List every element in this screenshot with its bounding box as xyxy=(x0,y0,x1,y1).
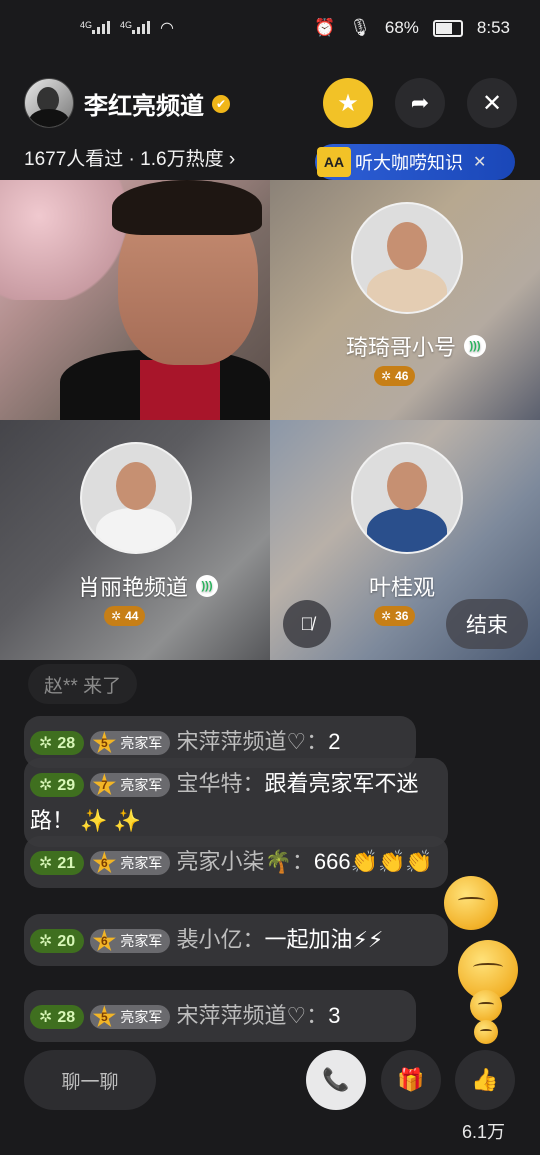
share-button[interactable]: ➦ xyxy=(395,78,445,128)
verified-icon: ✔ xyxy=(212,94,230,113)
speaking-icon: ))) xyxy=(464,335,487,357)
clock: 8:53 xyxy=(476,18,510,37)
level-badge: ✲ 20 xyxy=(30,929,85,954)
guest-tile-1[interactable]: 琦琦哥小号 ))) ✲ 46 xyxy=(270,180,540,420)
like-button[interactable]: 👍 xyxy=(455,1050,515,1110)
promo-text: 听大咖唠知识 xyxy=(355,153,463,173)
level-icon: ✲ xyxy=(39,1008,53,1026)
thinking-emoji-icon xyxy=(474,1020,498,1044)
close-button[interactable]: ✕ xyxy=(467,78,517,128)
heat-icon: ✲ xyxy=(381,609,392,623)
fan-star-icon: 6 xyxy=(92,851,116,874)
chat-message[interactable]: ✲ 21 6 亮家军 亮家小柒🌴：666👏👏👏 xyxy=(24,836,448,888)
level-icon: ✲ xyxy=(39,776,53,794)
mic-muted-button[interactable]: 🎙̸ xyxy=(283,600,331,648)
guest-name-2-label: 肖丽艳频道 xyxy=(78,575,189,600)
promo-logo-icon: AA xyxy=(317,147,351,177)
guest-heat-3: ✲ 36 xyxy=(374,606,416,626)
level-badge: ✲ 28 xyxy=(30,731,85,756)
fan-star-icon: 5 xyxy=(92,1005,116,1028)
promo-close-icon[interactable]: ✕ xyxy=(473,152,486,172)
battery-icon xyxy=(432,19,463,37)
alarm-icon: ⏰ xyxy=(314,18,336,37)
chat-username[interactable]: 裴小亿： xyxy=(176,927,264,952)
level-icon: ✲ xyxy=(39,932,53,950)
star-icon: ★ xyxy=(337,89,359,117)
phone-video-icon: 📞 xyxy=(322,1067,350,1092)
thinking-emoji-icon xyxy=(470,990,502,1022)
fan-badge: 6 亮家军 xyxy=(90,851,171,876)
gift-icon: 🎁 xyxy=(397,1067,425,1092)
speaking-icon: ))) xyxy=(196,575,219,597)
mic-off-icon: 🎙̸ xyxy=(300,613,314,634)
host-video-tile[interactable] xyxy=(0,180,270,420)
wifi-icon: ◠ xyxy=(160,20,174,37)
level-badge: ✲ 21 xyxy=(30,851,85,876)
chat-username[interactable]: 宋萍萍频道♡： xyxy=(176,729,328,754)
network-indicators: 4G 4G ◠ xyxy=(80,18,174,38)
guest-name-3-label: 叶桂观 xyxy=(369,575,436,600)
level-badge: ✲ 28 xyxy=(30,1005,85,1030)
call-button[interactable]: 📞 xyxy=(306,1050,366,1110)
signal-icon-2: 4G xyxy=(120,20,151,37)
channel-name: 李红亮频道 xyxy=(84,93,204,120)
chat-username[interactable]: 亮家小柒🌴： xyxy=(176,849,313,874)
room-stats[interactable]: 1677人看过 · 1.6万热度 › xyxy=(24,144,235,171)
guest-name-1: 琦琦哥小号 ))) xyxy=(346,330,487,362)
status-bar: 4G 4G ◠ ⏰ 🎙 68% 8:53 xyxy=(0,0,540,64)
chat-input-button[interactable]: 聊一聊 xyxy=(24,1050,156,1110)
heat-icon: ✲ xyxy=(381,369,392,383)
chat-message[interactable]: ✲ 29 7 亮家军 宝华特：跟着亮家军不迷路！ ✨ ✨ xyxy=(24,758,448,847)
chat-username[interactable]: 宝华特： xyxy=(176,771,264,796)
host-shirt xyxy=(140,360,220,420)
background-blossom xyxy=(0,180,130,300)
fan-star-icon: 6 xyxy=(92,929,116,952)
level-badge: ✲ 29 xyxy=(30,773,85,798)
battery-percent: 68% xyxy=(384,18,419,37)
channel-title[interactable]: 李红亮频道 ✔ xyxy=(84,86,230,121)
fan-badge: 5 亮家军 xyxy=(90,731,171,756)
fan-badge: 7 亮家军 xyxy=(90,773,171,798)
guest-tile-2[interactable]: 肖丽艳频道 ))) ✲ 44 xyxy=(0,420,270,660)
close-icon: ✕ xyxy=(481,89,503,117)
host-hair xyxy=(112,180,262,235)
guest-name-1-label: 琦琦哥小号 xyxy=(346,335,457,360)
join-notice: 赵** 来了 xyxy=(28,664,138,704)
gift-button[interactable]: 🎁 xyxy=(381,1050,441,1110)
chat-text: 2 xyxy=(328,729,341,754)
host-avatar[interactable] xyxy=(24,78,74,128)
chat-message[interactable]: ✲ 28 5 亮家军 宋萍萍频道♡：3 xyxy=(24,990,416,1042)
promo-banner[interactable]: AA 听大咖唠知识 ✕ xyxy=(315,144,515,180)
status-right: ⏰ 🎙 68% 8:53 xyxy=(314,18,510,38)
end-button[interactable]: 结束 xyxy=(446,599,528,649)
chat-text: 一起加油⚡⚡ xyxy=(264,927,384,952)
guest-avatar-2 xyxy=(80,442,192,554)
chat-text: 666👏👏👏 xyxy=(313,849,433,874)
guest-heat-2: ✲ 44 xyxy=(104,606,146,626)
guest-name-2: 肖丽艳频道 ))) xyxy=(78,570,219,602)
fan-badge: 5 亮家军 xyxy=(90,1005,171,1030)
chat-username[interactable]: 宋萍萍频道♡： xyxy=(176,1003,328,1028)
fan-badge: 6 亮家军 xyxy=(90,929,171,954)
thinking-emoji-icon xyxy=(444,876,498,930)
follow-star-button[interactable]: ★ xyxy=(323,78,373,128)
guest-avatar-1 xyxy=(351,202,463,314)
fan-star-icon: 7 xyxy=(92,773,116,796)
mic-icon: 🎙 xyxy=(349,18,371,37)
heat-icon: ✲ xyxy=(111,609,122,623)
like-count: 6.1万 xyxy=(462,1122,506,1142)
level-icon: ✲ xyxy=(39,734,53,752)
fan-star-icon: 5 xyxy=(92,731,116,754)
chat-text: 3 xyxy=(328,1003,341,1028)
chat-message[interactable]: ✲ 20 6 亮家军 裴小亿：一起加油⚡⚡ xyxy=(24,914,448,966)
share-icon: ➦ xyxy=(410,90,430,115)
guest-heat-1: ✲ 46 xyxy=(374,366,416,386)
signal-icon: 4G xyxy=(80,20,111,37)
guest-name-3: 叶桂观 xyxy=(369,570,435,602)
level-icon: ✲ xyxy=(39,854,53,872)
thumbs-up-icon: 👍 xyxy=(471,1067,499,1092)
guest-avatar-3 xyxy=(351,442,463,554)
